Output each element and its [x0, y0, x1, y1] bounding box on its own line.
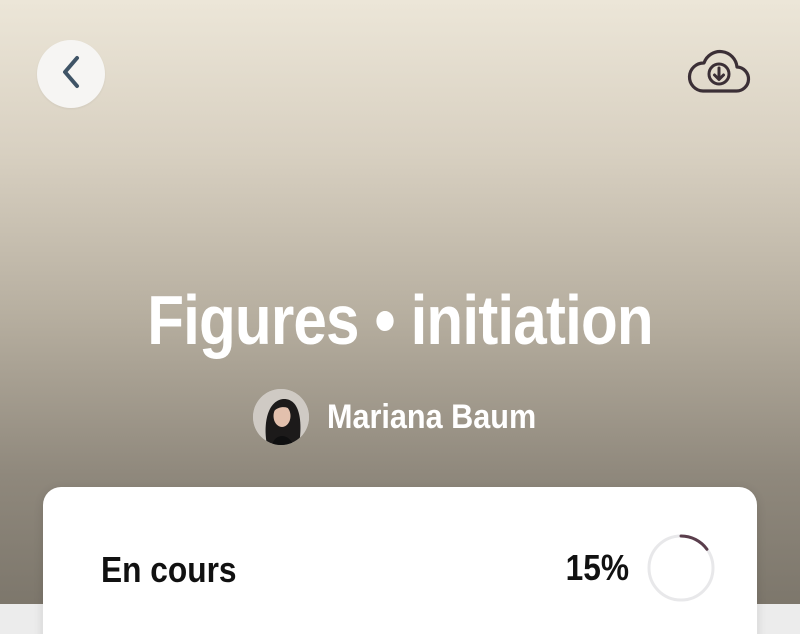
author-link[interactable]: Mariana Baum — [253, 389, 559, 445]
course-screen: Figures • initiation Mariana Baum En cou… — [0, 0, 800, 634]
chevron-left-icon — [60, 54, 82, 95]
progress-ring — [647, 534, 715, 602]
progress-percent: 15% — [565, 547, 629, 588]
course-title: Figures • initiation — [147, 281, 653, 359]
progress-status: En cours — [101, 549, 237, 590]
cloud-download-icon — [686, 47, 752, 102]
author-avatar — [253, 389, 309, 445]
author-name: Mariana Baum — [327, 397, 537, 436]
download-button[interactable] — [684, 48, 754, 100]
progress-card[interactable]: En cours 15% — [43, 487, 757, 634]
back-button[interactable] — [37, 40, 105, 108]
